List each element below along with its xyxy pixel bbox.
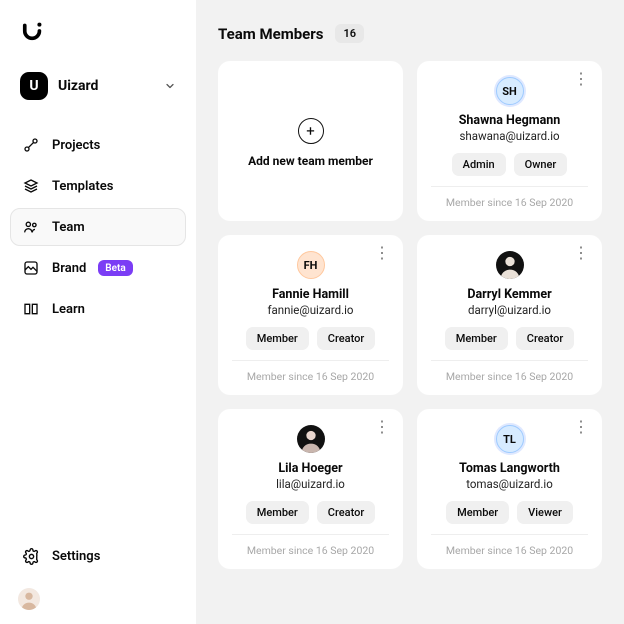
role-badge: Member [446, 501, 509, 524]
member-email: fannie@uizard.io [232, 303, 389, 317]
sidebar-item-team[interactable]: Team [10, 208, 186, 246]
sidebar-item-learn[interactable]: Learn [10, 290, 186, 328]
workspace-switcher[interactable]: U Uizard [14, 68, 182, 104]
member-since: Member since 16 Sep 2020 [431, 534, 588, 557]
member-card: ⋮ Lila Hoeger lila@uizard.io Member Crea… [218, 409, 403, 569]
member-since: Member since 16 Sep 2020 [431, 186, 588, 209]
sidebar-item-projects[interactable]: Projects [10, 126, 186, 164]
member-email: shawana@uizard.io [431, 129, 588, 143]
role-badge: Viewer [517, 501, 573, 524]
sidebar-item-brand[interactable]: Brand Beta [10, 249, 186, 287]
sidebar-item-settings[interactable]: Settings [10, 537, 186, 576]
projects-icon [22, 137, 40, 153]
member-email: tomas@uizard.io [431, 477, 588, 491]
more-icon[interactable]: ⋮ [569, 71, 592, 87]
avatar: TL [496, 425, 524, 453]
page-title: Team Members [218, 25, 323, 43]
member-since: Member since 16 Sep 2020 [232, 360, 389, 383]
main-content: Team Members 16 + Add new team member ⋮ … [196, 0, 624, 624]
more-icon[interactable]: ⋮ [370, 419, 393, 435]
member-card: ⋮ Darryl Kemmer darryl@uizard.io Member … [417, 235, 602, 395]
sidebar-item-label: Templates [52, 179, 113, 194]
member-card: ⋮ FH Fannie Hamill fannie@uizard.io Memb… [218, 235, 403, 395]
sidebar-item-templates[interactable]: Templates [10, 167, 186, 205]
member-roles: Admin Owner [431, 153, 588, 176]
member-name: Darryl Kemmer [431, 287, 588, 302]
members-grid: + Add new team member ⋮ SH Shawna Hegman… [218, 61, 602, 569]
member-email: lila@uizard.io [232, 477, 389, 491]
sidebar-item-label: Learn [52, 302, 85, 317]
member-since: Member since 16 Sep 2020 [232, 534, 389, 557]
workspace-icon: U [20, 72, 48, 100]
chevron-down-icon [164, 77, 176, 96]
sidebar-item-label: Settings [52, 549, 100, 564]
current-user[interactable] [10, 588, 186, 610]
members-count-badge: 16 [335, 24, 364, 43]
workspace-name: Uizard [58, 78, 154, 94]
avatar [496, 251, 524, 279]
member-name: Lila Hoeger [232, 461, 389, 476]
brand-icon [22, 260, 40, 276]
role-badge: Creator [317, 327, 375, 350]
avatar: FH [297, 251, 325, 279]
add-member-label: Add new team member [248, 154, 373, 168]
role-badge: Admin [452, 153, 506, 176]
role-badge: Member [246, 501, 309, 524]
sidebar: U Uizard Projects Templates Team Brand [0, 0, 196, 624]
member-name: Fannie Hamill [232, 287, 389, 302]
role-badge: Member [445, 327, 508, 350]
member-name: Tomas Langworth [431, 461, 588, 476]
gear-icon [22, 548, 40, 565]
role-badge: Creator [516, 327, 574, 350]
member-name: Shawna Hegmann [431, 113, 588, 128]
member-card: ⋮ SH Shawna Hegmann shawana@uizard.io Ad… [417, 61, 602, 221]
member-roles: Member Creator [431, 327, 588, 350]
team-icon [22, 219, 40, 235]
avatar [18, 588, 40, 610]
learn-icon [22, 301, 40, 317]
member-roles: Member Creator [232, 501, 389, 524]
sidebar-item-label: Projects [52, 138, 100, 153]
page-header: Team Members 16 [218, 24, 602, 43]
more-icon[interactable]: ⋮ [569, 419, 592, 435]
member-roles: Member Creator [232, 327, 389, 350]
member-email: darryl@uizard.io [431, 303, 588, 317]
member-since: Member since 16 Sep 2020 [431, 360, 588, 383]
avatar [297, 425, 325, 453]
app-logo [22, 20, 186, 46]
sidebar-item-label: Brand [52, 261, 86, 276]
plus-icon: + [298, 118, 324, 144]
role-badge: Creator [317, 501, 375, 524]
sidebar-item-label: Team [52, 220, 85, 235]
more-icon[interactable]: ⋮ [569, 245, 592, 261]
more-icon[interactable]: ⋮ [370, 245, 393, 261]
beta-badge: Beta [98, 260, 132, 276]
member-roles: Member Viewer [431, 501, 588, 524]
add-member-card[interactable]: + Add new team member [218, 61, 403, 221]
avatar: SH [496, 77, 524, 105]
member-card: ⋮ TL Tomas Langworth tomas@uizard.io Mem… [417, 409, 602, 569]
templates-icon [22, 178, 40, 194]
role-badge: Owner [514, 153, 568, 176]
role-badge: Member [246, 327, 309, 350]
sidebar-nav: Projects Templates Team Brand Beta Learn [10, 126, 186, 328]
